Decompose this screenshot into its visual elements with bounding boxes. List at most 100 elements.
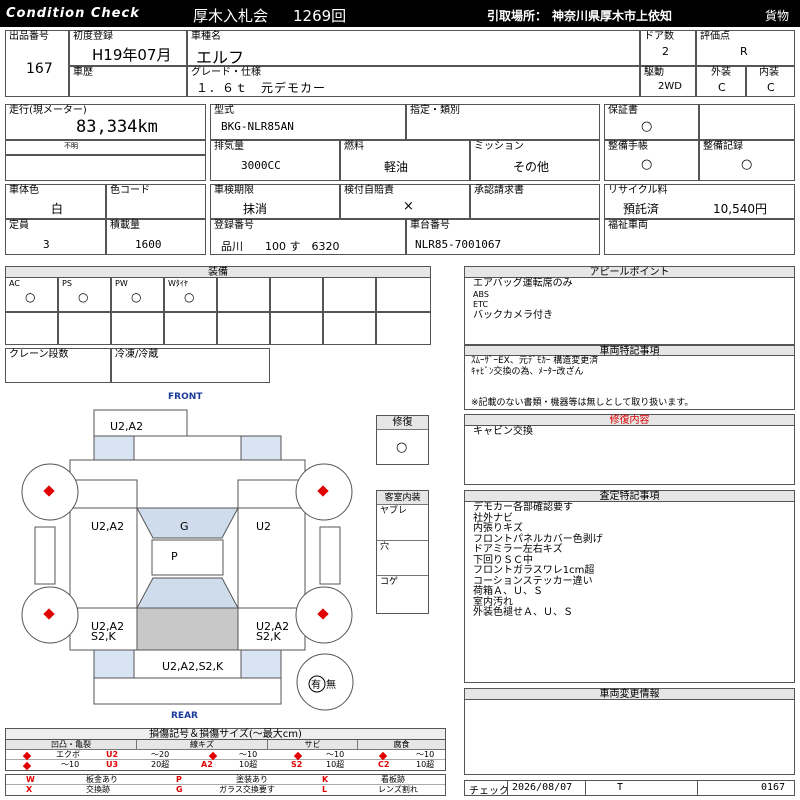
appeal-line: ETC [473,300,489,309]
legend-code: A2 [201,760,213,769]
equip-empty-1 [217,277,270,312]
freezer-cell: 冷凍/冷蔵 [111,348,270,383]
model-cell: 型式 BKG-NLR85AN [210,104,406,140]
left-front-well [69,479,138,509]
repair-value: ○ [396,440,408,455]
history-label: 車歴 [73,67,93,78]
equip-wtire-value: ○ [184,290,195,304]
legend-diamond-icon [22,761,32,771]
mark-left-rear-2: S2,K [91,630,116,643]
legend-size: ～10 [239,750,258,759]
maint-record-value: ○ [741,157,753,172]
header-bar: Condition Check 厚木入札会 1269回 引取場所： 神奈川県厚木… [0,0,800,27]
crane-label: クレーン段数 [9,349,69,360]
chassis-label: 車台番号 [410,220,450,231]
equip-ps: PS ○ [58,277,111,312]
equip-ac-label: AC [9,279,20,288]
welfare-cell: 福祉車両 [604,219,795,255]
mark-right-front: U2 [256,520,271,533]
interior-label: 内装 [759,67,779,78]
equip-empty-11 [323,312,376,345]
equip-ac-value: ○ [25,290,36,304]
equip-empty-12 [376,312,431,345]
legend-row-2: ～10 U3 20超 A2 10超 S2 10超 C2 10超 [6,760,445,771]
right-door-panel [237,507,306,609]
drive-value: 2WD [658,81,682,92]
pickup-label: 引取場所： [487,9,548,23]
inspection-notes-lines: デモカー各部確認要す 社外ナビ 内張りキズ フロントパネルカバー色剥げ ドアミラ… [473,502,603,619]
spare-tire-none: 無 [326,678,336,691]
first-reg-label: 初度登録 [73,31,113,42]
reg-no-cell: 登録番号 品川 100 す 6320 [210,219,406,255]
first-reg-cell: 初度登録 H19年07月 [69,30,187,66]
legend-code: P [176,775,182,784]
auction-number: 1269回 [293,7,347,25]
equip-empty-10 [270,312,323,345]
equip-ps-value: ○ [78,290,89,304]
grade-value: １．６ｔ 元デモカー [196,81,327,95]
history-cell: 車歴 [69,66,187,97]
mark-top: U2,A2 [110,420,143,433]
legend-code: U2 [106,750,119,759]
welfare-label: 福祉車両 [608,220,648,231]
load-cell: 積載量 1600 [106,219,206,255]
grade-cell: グレード・仕様 １．６ｔ 元デモカー [187,66,640,97]
spare-tire-have: 有 [311,678,321,691]
doors-label: ドア数 [644,31,674,42]
insurance-cell: 検付自賠責 × [340,184,470,219]
legend-code: L [322,785,328,794]
legend-grid: 凹凸・亀裂 線キズ サビ 腐食 エクボ U2 ～20 ～10 ～10 ～10 ～… [5,739,446,771]
appeal-lines: エアバッグ運転席のみ ABS ETC バックカメラ付き [473,278,573,321]
mission-value: その他 [513,160,550,174]
crane-cell: クレーン段数 [5,348,111,383]
mileage-cell: 走行(現メーター) 83,334km [5,104,206,140]
legend-size: 10超 [416,760,435,769]
inspection-note-line: フロントガラスワレ1cm超 [473,565,595,576]
insurance-value: × [403,199,414,214]
drive-cell: 駆動 2WD [640,66,696,97]
divider [697,781,698,795]
equip-pw-value: ○ [131,290,142,304]
category-label: 貨物 [765,9,790,23]
special-notes-box: ｽﾑｰｻﾞｰEX、元ﾃﾞﾓｶｰ 構造変更済 ｷｬﾋﾞﾝ交換の為、ﾒｰﾀｰ改ざん … [464,355,795,410]
repair-content-line: キャビン交換 [473,426,533,437]
legend-diamond-icon [208,751,218,761]
check-label: チェック [469,786,509,797]
recycle-label: リサイクル料 [608,185,668,196]
equip-pw: PW ○ [111,277,164,312]
mark-right-rear-2: S2,K [256,630,281,643]
legend-code-text: 塗装あり [236,775,268,784]
legend-group-dent: 凹凸・亀裂 [6,740,136,750]
rear-right-fender [240,649,282,679]
drive-label: 駆動 [644,67,664,78]
check-footer: チェック 2026/08/07 T 0167 [464,780,795,797]
displacement-label: 排気量 [214,141,244,152]
check-date: 2026/08/07 [512,782,573,793]
inspection-label: 車検期限 [214,185,254,196]
equip-empty-2 [270,277,323,312]
car-name-cell: 車種名 エルフ [187,30,640,67]
displacement-cell: 排気量 3000CC [210,140,340,181]
chassis-cell: 車台番号 NLR85-7001067 [406,219,600,255]
cabin-item-label: ヤブレ [380,506,408,516]
doors-value: 2 [662,45,669,58]
inspection-note-line: デモカー各部確認要す [473,502,573,513]
inspection-value: 抹消 [243,202,268,216]
legend-code: X [26,785,33,794]
approval-cell: 承認請求書 [470,184,600,219]
freezer-label: 冷凍/冷蔵 [115,349,159,360]
legend-size: 10超 [239,760,258,769]
equip-empty-3 [323,277,376,312]
equip-pw-label: PW [115,279,128,288]
recycle-status: 預託済 [623,202,660,216]
chassis-value: NLR85-7001067 [415,238,502,251]
mileage-label: 走行(現メーター) [9,105,87,116]
legend-size: ～10 [326,750,345,759]
equip-wtire-label: Wﾀｲﾔ [168,279,188,288]
displacement-value: 3000CC [241,159,281,172]
mileage-extra-cell [5,155,206,181]
car-name-label: 車種名 [191,31,221,42]
legend-group-scratch: 線キズ [136,740,267,750]
equip-empty-9 [217,312,270,345]
fuel-value: 軽油 [384,160,409,174]
